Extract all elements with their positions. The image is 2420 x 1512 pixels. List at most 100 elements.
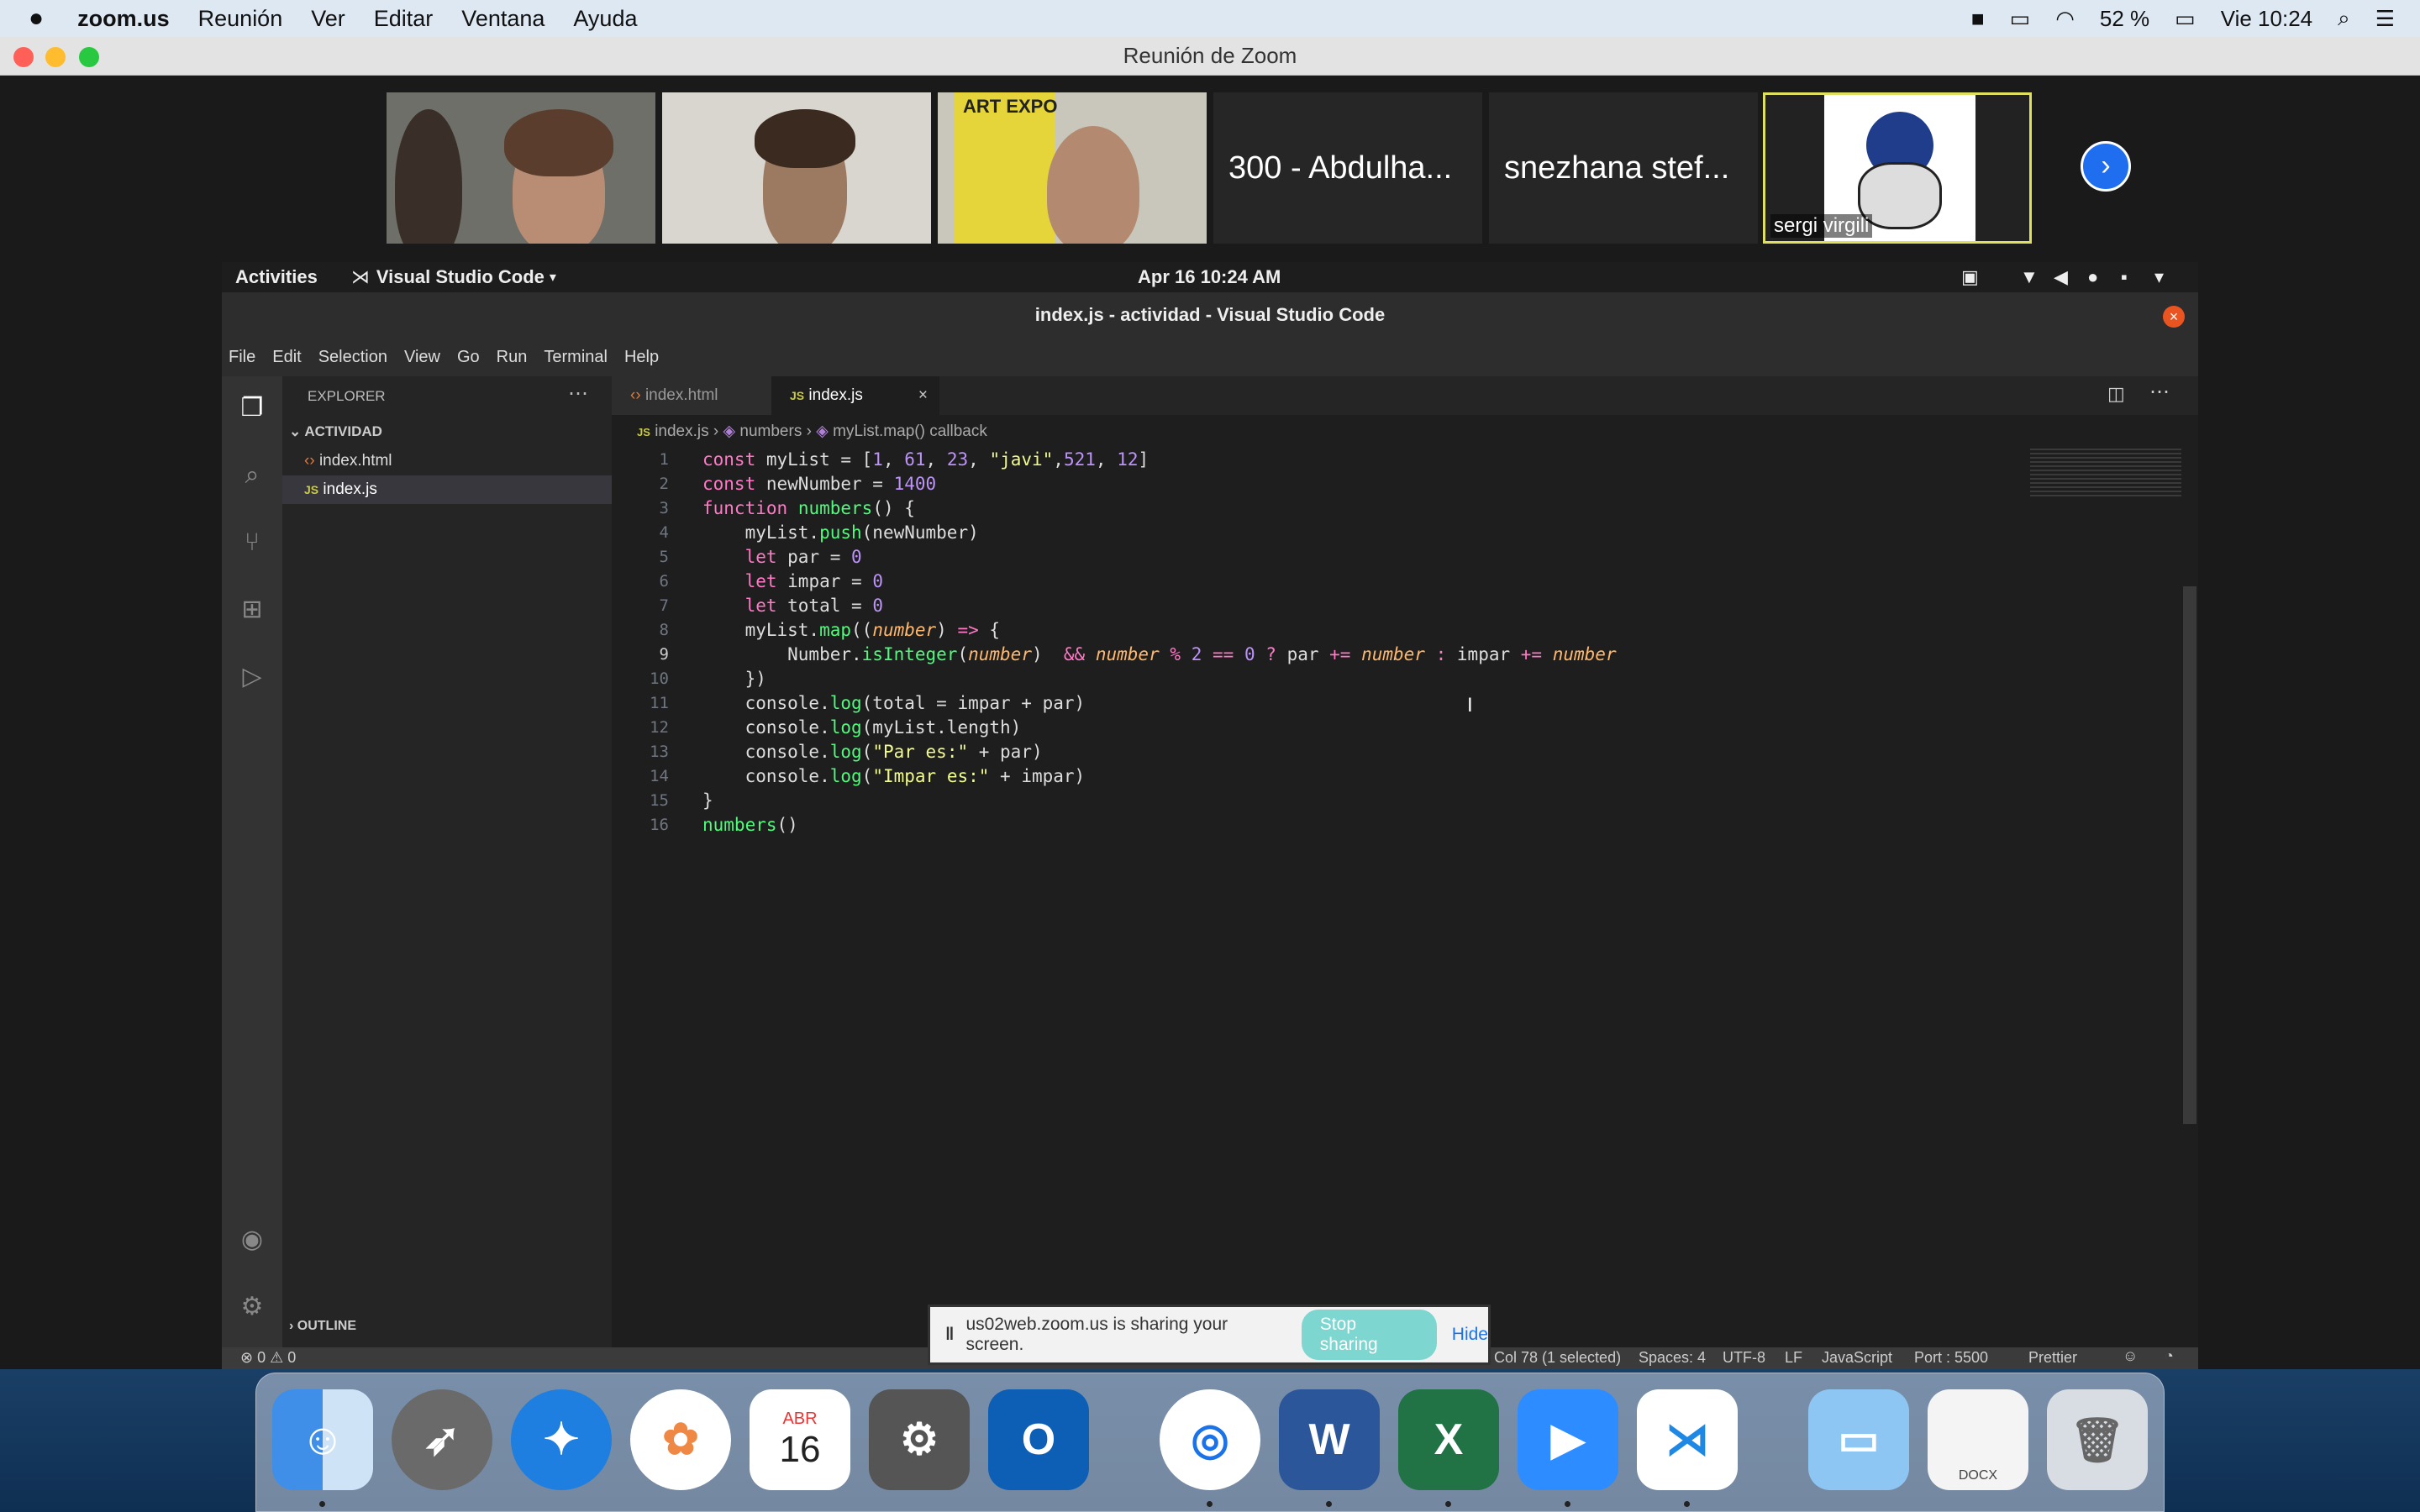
battery-icon[interactable]: ▭ [2175, 6, 2196, 32]
system-preferences-icon[interactable]: ⚙ [869, 1389, 970, 1490]
settings-gear-icon[interactable]: ⚙ [237, 1292, 267, 1322]
wifi-icon[interactable]: ▼ [2020, 266, 2039, 288]
app-menu[interactable]: Visual Studio Code [376, 266, 544, 288]
minimap[interactable] [2030, 449, 2181, 499]
calendar-icon[interactable]: ABR 16 [750, 1389, 850, 1490]
safari-icon[interactable]: ✦ [511, 1389, 612, 1490]
wifi-icon[interactable]: ◠ [2055, 6, 2075, 32]
text-cursor-icon: I [1467, 694, 1473, 717]
file-name: index.js [323, 480, 377, 498]
zoom-window-button[interactable] [79, 47, 99, 67]
participant-tile-1[interactable]: 300 - Abdulha... [1213, 92, 1482, 244]
search-icon[interactable]: ⌕ [237, 460, 267, 491]
next-page-button[interactable]: › [2081, 141, 2131, 192]
menu-file[interactable]: File [229, 348, 255, 367]
menu-ayuda[interactable]: Ayuda [573, 6, 637, 32]
prettier-status[interactable]: Prettier [2028, 1349, 2077, 1367]
breadcrumb-callback[interactable]: myList.map() callback [833, 423, 987, 440]
finder-icon[interactable]: ☺ [272, 1389, 373, 1490]
ubuntu-clock[interactable]: Apr 16 10:24 AM [1138, 266, 1281, 288]
system-menu-icon[interactable]: ▾ [2154, 266, 2164, 288]
apple-icon[interactable]: ● [29, 4, 44, 33]
language-mode[interactable]: JavaScript [1822, 1349, 1892, 1367]
hide-button[interactable]: Hide [1452, 1325, 1488, 1345]
end-of-line[interactable]: LF [1785, 1349, 1802, 1367]
tab-index-js[interactable]: JS index.js × [771, 376, 939, 415]
encoding[interactable]: UTF-8 [1723, 1349, 1765, 1367]
menu-terminal[interactable]: Terminal [544, 348, 608, 367]
participant-video-2[interactable] [662, 92, 931, 244]
lock-icon[interactable]: ▪ [2121, 266, 2128, 288]
control-center-icon[interactable]: ☰ [2375, 6, 2395, 32]
spotlight-icon[interactable]: ⌕ [2338, 5, 2350, 32]
feedback-icon[interactable]: ☺ [2123, 1347, 2138, 1365]
docx-file-icon[interactable]: DOCX [1928, 1389, 2028, 1490]
close-tab-icon[interactable]: × [918, 376, 928, 415]
word-icon[interactable]: W [1279, 1389, 1380, 1490]
menu-view[interactable]: View [404, 348, 440, 367]
editor-more-icon[interactable]: ⋯ [2149, 380, 2170, 404]
code-line: let total = 0 [744, 596, 883, 616]
more-actions-icon[interactable]: ⋯ [568, 381, 588, 406]
vscode-window-title: index.js - actividad - Visual Studio Cod… [222, 292, 2198, 338]
explorer-icon[interactable]: ❐ [237, 393, 267, 423]
volume-icon[interactable]: ◀ [2054, 266, 2068, 288]
account-icon[interactable]: ◉ [237, 1225, 267, 1255]
breadcrumb-function[interactable]: numbers [739, 423, 802, 440]
folder-header[interactable]: ⌄ ACTIVIDAD [289, 423, 382, 440]
menu-ventana[interactable]: Ventana [461, 6, 544, 32]
tab-index-html[interactable]: ‹› index.html [612, 376, 771, 415]
excel-icon[interactable]: X [1398, 1389, 1499, 1490]
participant-video-1[interactable] [387, 92, 655, 244]
activities-button[interactable]: Activities [235, 266, 318, 288]
menu-help[interactable]: Help [624, 348, 659, 367]
outlook-icon[interactable]: O [988, 1389, 1089, 1490]
trash-icon[interactable]: 🗑 [2047, 1389, 2148, 1490]
network-icon[interactable]: ▣ [1961, 266, 1979, 288]
mic-icon[interactable]: ● [2087, 266, 2098, 288]
running-indicator [1207, 1501, 1213, 1507]
cursor-position[interactable]: Col 78 (1 selected) [1494, 1349, 1621, 1367]
zoom-app-icon[interactable]: ▶ [1518, 1389, 1618, 1490]
menubar-clock[interactable]: Vie 10:24 [2221, 6, 2312, 32]
problems-status[interactable]: ⊗ 0 ⚠ 0 [240, 1349, 296, 1367]
file-item-index-html[interactable]: ‹› index.html [282, 447, 612, 475]
menu-go[interactable]: Go [457, 348, 480, 367]
indentation[interactable]: Spaces: 4 [1639, 1349, 1706, 1367]
notifications-icon[interactable]: ◔ [2165, 1347, 2174, 1365]
menu-editar[interactable]: Editar [374, 6, 434, 32]
stop-sharing-button[interactable]: Stop sharing [1301, 1310, 1437, 1360]
run-debug-icon[interactable]: ▷ [237, 662, 267, 692]
battery-text[interactable]: 52 % [2100, 6, 2149, 32]
live-server-port[interactable]: Port : 5500 [1914, 1349, 1988, 1367]
minimize-window-button[interactable] [45, 47, 66, 67]
source-control-icon[interactable]: ⑂ [237, 528, 267, 558]
participant-tile-active[interactable]: sergi virgili [1763, 92, 2032, 244]
vscode-icon[interactable]: ⋊ [1637, 1389, 1738, 1490]
launchpad-icon[interactable]: ➶ [392, 1389, 492, 1490]
chrome-icon[interactable]: ◎ [1160, 1389, 1260, 1490]
menu-app-name[interactable]: zoom.us [77, 6, 170, 32]
menu-reunion[interactable]: Reunión [198, 6, 283, 32]
pause-icon[interactable]: ‖ [945, 1325, 954, 1345]
participant-video-3[interactable]: ART EXPO [938, 92, 1207, 244]
code-line: }) [702, 669, 766, 689]
close-window-button[interactable] [13, 47, 34, 67]
outline-section[interactable]: › OUTLINE [289, 1319, 356, 1334]
breadcrumb-file[interactable]: index.js [655, 423, 708, 440]
scrollbar-thumb[interactable] [2183, 586, 2196, 1124]
extensions-icon[interactable]: ⊞ [237, 595, 267, 625]
file-item-index-js[interactable]: JS index.js [282, 475, 612, 504]
zoom-status-icon[interactable]: ■ [1971, 6, 1985, 32]
menu-ver[interactable]: Ver [311, 6, 345, 32]
split-editor-icon[interactable]: ◫ [2107, 383, 2125, 405]
folder-icon[interactable]: ▭ [1808, 1389, 1909, 1490]
close-icon[interactable]: × [2163, 306, 2185, 328]
participant-tile-2[interactable]: snezhana stef... [1489, 92, 1758, 244]
menu-edit[interactable]: Edit [272, 348, 301, 367]
airplay-icon[interactable]: ▭ [2010, 6, 2031, 32]
photos-icon[interactable]: ✿ [630, 1389, 731, 1490]
menu-run[interactable]: Run [497, 348, 528, 367]
vscode-small-icon: ⋊ [350, 266, 370, 287]
menu-selection[interactable]: Selection [318, 348, 387, 367]
